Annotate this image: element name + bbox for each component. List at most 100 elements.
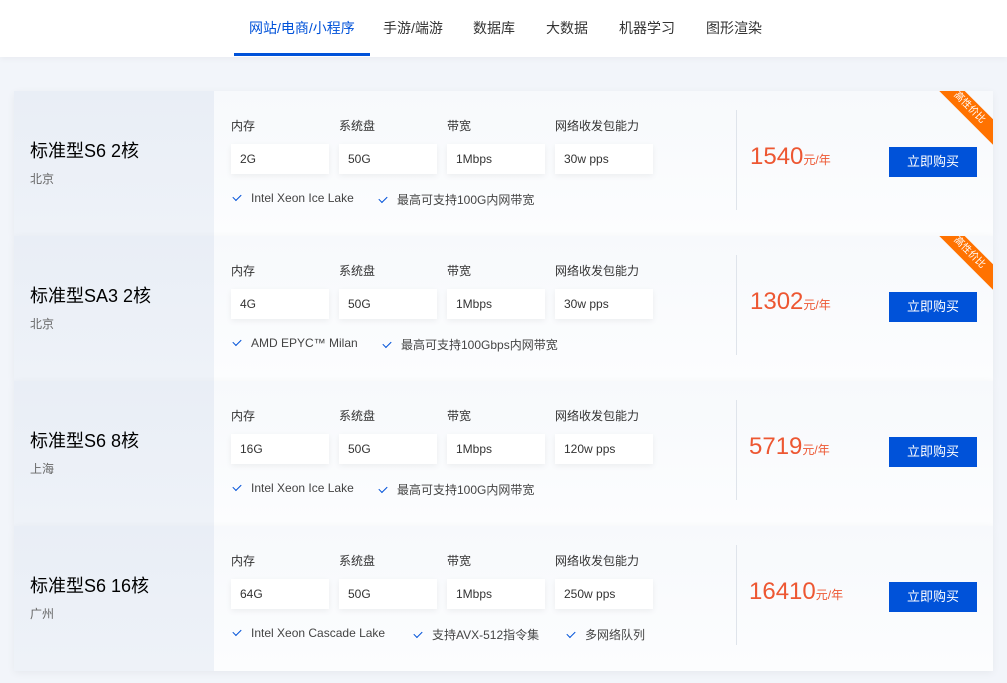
price: 5719元/年 xyxy=(749,433,830,461)
price: 16410元/年 xyxy=(749,578,843,606)
disk-label: 系统盘 xyxy=(339,119,376,133)
tab-big-data[interactable]: 大数据 xyxy=(546,0,588,57)
feature-text: 支持AVX-512指令集 xyxy=(432,628,540,642)
feature-item: Intel Xeon Ice Lake xyxy=(232,481,354,495)
checkmark-icon xyxy=(232,191,242,202)
feature-text: AMD EPYC™ Milan xyxy=(251,336,358,350)
checkmark-icon xyxy=(232,626,242,637)
product-card: 标准型SA3 2核 北京 内存 系统盘 带宽 网络收发包能力 4G 50G 1M… xyxy=(14,236,993,381)
price: 1302元/年 xyxy=(750,288,831,316)
product-summary: 标准型S6 16核 广州 xyxy=(14,526,214,671)
bandwidth-value: 1Mbps xyxy=(447,289,545,319)
pps-label: 网络收发包能力 xyxy=(555,409,640,423)
feature-item: AMD EPYC™ Milan xyxy=(232,336,358,350)
divider xyxy=(736,400,737,500)
product-region: 广州 xyxy=(30,607,55,621)
price-unit: 元/年 xyxy=(803,298,831,312)
bandwidth-label: 带宽 xyxy=(447,554,472,568)
tab-database[interactable]: 数据库 xyxy=(473,0,515,57)
pps-value: 250w pps xyxy=(555,579,653,609)
feature-text: Intel Xeon Ice Lake xyxy=(251,481,354,495)
product-summary: 标准型SA3 2核 北京 xyxy=(14,236,214,381)
memory-value: 16G xyxy=(231,434,329,464)
feature-text: 最高可支持100Gbps内网带宽 xyxy=(401,338,558,352)
divider xyxy=(736,110,737,210)
buy-now-button[interactable]: 立即购买 xyxy=(889,147,977,177)
tab-games[interactable]: 手游/端游 xyxy=(383,0,443,57)
feature-item: 最高可支持100Gbps内网带宽 xyxy=(382,336,558,353)
price-unit: 元/年 xyxy=(802,443,830,457)
memory-label: 内存 xyxy=(231,119,256,133)
divider xyxy=(736,545,737,645)
tab-machine-learning[interactable]: 机器学习 xyxy=(619,0,675,57)
pps-label: 网络收发包能力 xyxy=(555,264,640,278)
pps-value: 30w pps xyxy=(555,289,653,319)
bandwidth-label: 带宽 xyxy=(447,264,472,278)
disk-label: 系统盘 xyxy=(339,264,376,278)
price-unit: 元/年 xyxy=(815,588,844,602)
disk-value: 50G xyxy=(339,579,437,609)
feature-text: Intel Xeon Cascade Lake xyxy=(251,626,386,640)
memory-value: 64G xyxy=(231,579,329,609)
pps-label: 网络收发包能力 xyxy=(555,554,640,568)
buy-now-button[interactable]: 立即购买 xyxy=(889,437,977,467)
product-summary: 标准型S6 8核 上海 xyxy=(14,381,214,526)
memory-label: 内存 xyxy=(231,554,256,568)
feature-text: 多网络队列 xyxy=(585,628,646,642)
disk-label: 系统盘 xyxy=(339,554,376,568)
buy-now-button[interactable]: 立即购买 xyxy=(889,582,977,612)
product-name: 标准型S6 2核 xyxy=(30,141,140,161)
checkmark-icon xyxy=(378,193,388,204)
bandwidth-label: 带宽 xyxy=(447,119,472,133)
bandwidth-label: 带宽 xyxy=(447,409,472,423)
product-region: 上海 xyxy=(30,462,55,476)
disk-label: 系统盘 xyxy=(339,409,376,423)
feature-item: 最高可支持100G内网带宽 xyxy=(378,191,535,208)
feature-text: 最高可支持100G内网带宽 xyxy=(397,483,535,497)
checkmark-icon xyxy=(382,338,392,349)
memory-label: 内存 xyxy=(231,264,256,278)
price-amount: 1540 xyxy=(750,143,804,170)
product-region: 北京 xyxy=(30,317,55,331)
feature-item: 最高可支持100G内网带宽 xyxy=(378,481,535,498)
feature-text: 最高可支持100G内网带宽 xyxy=(397,193,535,207)
category-tabs: 网站/电商/小程序 手游/端游 数据库 大数据 机器学习 图形渲染 xyxy=(0,0,1007,57)
feature-item: 支持AVX-512指令集 xyxy=(413,626,540,643)
product-name: 标准型S6 16核 xyxy=(30,576,150,596)
checkmark-icon xyxy=(232,336,242,347)
buy-now-button[interactable]: 立即购买 xyxy=(889,292,977,322)
disk-value: 50G xyxy=(339,289,437,319)
product-card: 标准型S6 16核 广州 内存 系统盘 带宽 网络收发包能力 64G 50G 1… xyxy=(14,526,993,671)
checkmark-icon xyxy=(378,483,388,494)
feature-item: Intel Xeon Cascade Lake xyxy=(232,626,386,640)
value-badge: 高性价比 xyxy=(930,236,993,292)
price-amount: 1302 xyxy=(750,288,804,315)
memory-label: 内存 xyxy=(231,409,256,423)
feature-item: 多网络队列 xyxy=(566,626,646,643)
checkmark-icon xyxy=(566,628,576,639)
feature-item: Intel Xeon Ice Lake xyxy=(232,191,354,205)
product-card: 标准型S6 8核 上海 内存 系统盘 带宽 网络收发包能力 16G 50G 1M… xyxy=(14,381,993,526)
feature-text: Intel Xeon Ice Lake xyxy=(251,191,354,205)
checkmark-icon xyxy=(413,628,423,639)
product-name: 标准型S6 8核 xyxy=(30,431,140,451)
tab-website-ecommerce[interactable]: 网站/电商/小程序 xyxy=(234,0,370,57)
bandwidth-value: 1Mbps xyxy=(447,144,545,174)
price-unit: 元/年 xyxy=(803,153,831,167)
price-amount: 5719 xyxy=(749,433,803,460)
price: 1540元/年 xyxy=(750,143,831,171)
pps-label: 网络收发包能力 xyxy=(555,119,640,133)
bandwidth-value: 1Mbps xyxy=(447,579,545,609)
pps-value: 120w pps xyxy=(555,434,653,464)
price-amount: 16410 xyxy=(749,578,816,605)
checkmark-icon xyxy=(232,481,242,492)
divider xyxy=(736,255,737,355)
tab-graphics-rendering[interactable]: 图形渲染 xyxy=(706,0,762,57)
product-region: 北京 xyxy=(30,172,55,186)
disk-value: 50G xyxy=(339,144,437,174)
product-name: 标准型SA3 2核 xyxy=(30,286,152,306)
pps-value: 30w pps xyxy=(555,144,653,174)
bandwidth-value: 1Mbps xyxy=(447,434,545,464)
product-summary: 标准型S6 2核 北京 xyxy=(14,91,214,236)
product-card: 标准型S6 2核 北京 内存 系统盘 带宽 网络收发包能力 2G 50G 1Mb… xyxy=(14,91,993,236)
